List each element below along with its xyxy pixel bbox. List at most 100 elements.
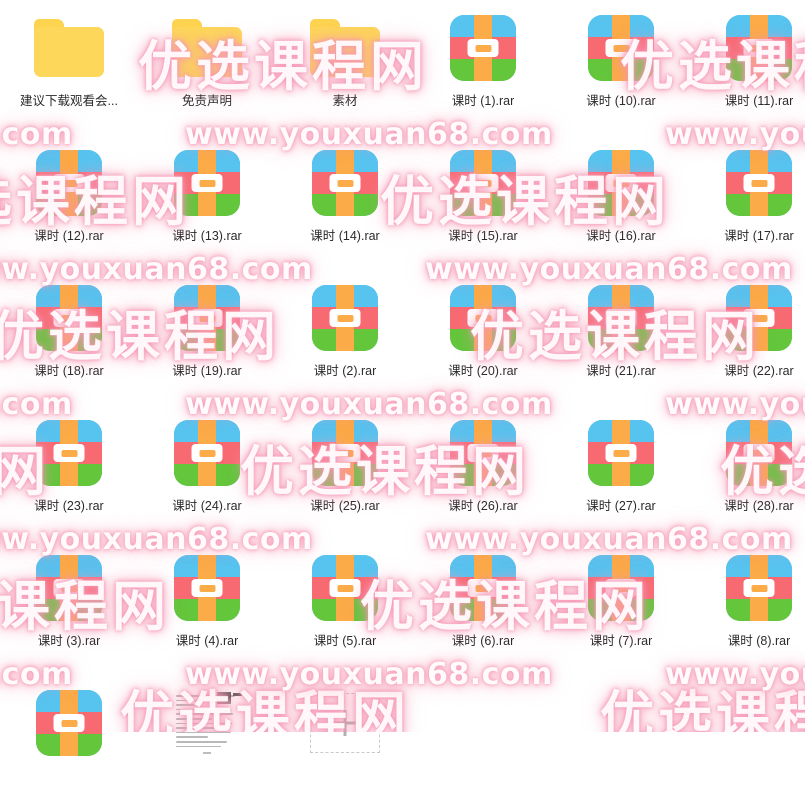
file-item[interactable]: 课时 (16).rar	[552, 135, 690, 270]
rar-archive-icon	[726, 420, 792, 486]
file-item[interactable]: 免责声明	[138, 0, 276, 135]
file-item[interactable]: 课时 (18).rar	[0, 270, 138, 405]
file-thumbnail[interactable]	[308, 551, 382, 625]
rar-archive-icon	[36, 150, 102, 216]
file-item[interactable]: 课时 (6).rar	[414, 540, 552, 675]
rar-archive-icon	[726, 150, 792, 216]
file-thumbnail[interactable]	[446, 11, 520, 85]
file-label: 课时 (27).rar	[586, 499, 656, 513]
file-item[interactable]: 课时 (1).rar	[414, 0, 552, 135]
file-item[interactable]: 素材	[276, 0, 414, 135]
file-thumbnail[interactable]	[170, 11, 244, 85]
file-item[interactable]: 课时 (27).rar	[552, 405, 690, 540]
file-thumbnail[interactable]	[170, 551, 244, 625]
file-thumbnail[interactable]	[32, 416, 106, 490]
file-label: 课时 (26).rar	[448, 499, 518, 513]
rar-archive-icon	[174, 555, 240, 621]
file-item[interactable]: 课时 (3).rar	[0, 540, 138, 675]
file-item[interactable]: 课时 (20).rar	[414, 270, 552, 405]
file-thumbnail[interactable]	[446, 551, 520, 625]
file-item[interactable]: 课时 (4).rar	[138, 540, 276, 675]
file-item[interactable]: 建议下载观看会...	[0, 0, 138, 135]
rar-archive-icon	[312, 555, 378, 621]
file-label: 课时 (23).rar	[34, 499, 104, 513]
file-thumbnail[interactable]	[446, 146, 520, 220]
file-item[interactable]: 课时 (12).rar	[0, 135, 138, 270]
rar-archive-icon	[36, 285, 102, 351]
file-thumbnail[interactable]	[722, 551, 796, 625]
file-thumbnail[interactable]	[32, 11, 106, 85]
file-item[interactable]: 课时 (13).rar	[138, 135, 276, 270]
file-item[interactable]: 课时 (25).rar	[276, 405, 414, 540]
file-item[interactable]	[138, 675, 276, 810]
file-thumbnail[interactable]	[446, 416, 520, 490]
rar-archive-icon	[726, 555, 792, 621]
file-item[interactable]: 课时 (15).rar	[414, 135, 552, 270]
file-label: 课时 (8).rar	[727, 634, 791, 648]
file-item[interactable]	[276, 675, 414, 810]
file-item[interactable]: 课时 (22).rar	[690, 270, 805, 405]
rar-archive-icon	[588, 420, 654, 486]
file-item[interactable]: 课时 (19).rar	[138, 270, 276, 405]
rar-archive-icon	[726, 285, 792, 351]
file-item[interactable]: 课时 (7).rar	[552, 540, 690, 675]
file-item[interactable]	[0, 675, 138, 810]
file-item[interactable]: 课时 (11).rar	[690, 0, 805, 135]
file-thumbnail[interactable]	[170, 146, 244, 220]
file-thumbnail[interactable]	[32, 686, 106, 760]
file-thumbnail[interactable]	[446, 281, 520, 355]
file-label: 课时 (19).rar	[172, 364, 242, 378]
file-thumbnail[interactable]	[584, 281, 658, 355]
add-placeholder-icon[interactable]	[310, 693, 380, 753]
folder-icon	[310, 19, 380, 77]
file-item[interactable]: 课时 (28).rar	[690, 405, 805, 540]
rar-archive-icon	[588, 285, 654, 351]
rar-archive-icon	[450, 420, 516, 486]
file-item[interactable]: 课时 (17).rar	[690, 135, 805, 270]
file-thumbnail[interactable]	[584, 146, 658, 220]
file-thumbnail[interactable]	[722, 281, 796, 355]
rar-archive-icon	[726, 15, 792, 81]
file-thumbnail[interactable]	[584, 416, 658, 490]
rar-archive-icon	[312, 420, 378, 486]
file-item[interactable]: 课时 (24).rar	[138, 405, 276, 540]
file-thumbnail[interactable]	[584, 551, 658, 625]
file-item[interactable]: 课时 (26).rar	[414, 405, 552, 540]
file-item[interactable]: 课时 (21).rar	[552, 270, 690, 405]
rar-archive-icon	[174, 285, 240, 351]
file-label: 课时 (20).rar	[448, 364, 518, 378]
file-label: 课时 (15).rar	[448, 229, 518, 243]
file-label: 课时 (16).rar	[586, 229, 656, 243]
rar-archive-icon	[312, 150, 378, 216]
rar-archive-icon	[36, 555, 102, 621]
file-item[interactable]: 课时 (23).rar	[0, 405, 138, 540]
folder-icon	[172, 19, 242, 77]
file-thumbnail[interactable]	[170, 281, 244, 355]
file-thumbnail[interactable]	[32, 146, 106, 220]
file-thumbnail[interactable]	[170, 416, 244, 490]
file-item[interactable]: 课时 (8).rar	[690, 540, 805, 675]
file-label: 课时 (17).rar	[724, 229, 794, 243]
file-thumbnail[interactable]	[308, 146, 382, 220]
rar-archive-icon	[450, 150, 516, 216]
file-thumbnail[interactable]	[32, 281, 106, 355]
file-label: 课时 (11).rar	[724, 94, 794, 108]
file-thumbnail[interactable]	[308, 416, 382, 490]
file-item[interactable]: 课时 (5).rar	[276, 540, 414, 675]
file-item[interactable]: 课时 (10).rar	[552, 0, 690, 135]
file-thumbnail[interactable]	[722, 11, 796, 85]
file-thumbnail[interactable]	[32, 551, 106, 625]
file-thumbnail[interactable]	[308, 281, 382, 355]
file-thumbnail[interactable]	[722, 416, 796, 490]
file-thumbnail[interactable]	[170, 686, 244, 760]
file-grid: 建议下载观看会... 免责声明 素材 课时 (1).rar 课时 (10).rar 课时 …	[0, 0, 805, 810]
file-thumbnail[interactable]	[308, 11, 382, 85]
file-thumbnail[interactable]	[584, 11, 658, 85]
file-item[interactable]: 课时 (14).rar	[276, 135, 414, 270]
file-thumbnail[interactable]	[308, 686, 382, 760]
file-label: 课时 (5).rar	[313, 634, 377, 648]
file-thumbnail[interactable]	[722, 146, 796, 220]
file-label: 课时 (13).rar	[172, 229, 242, 243]
file-item[interactable]: 课时 (2).rar	[276, 270, 414, 405]
rar-archive-icon	[36, 420, 102, 486]
